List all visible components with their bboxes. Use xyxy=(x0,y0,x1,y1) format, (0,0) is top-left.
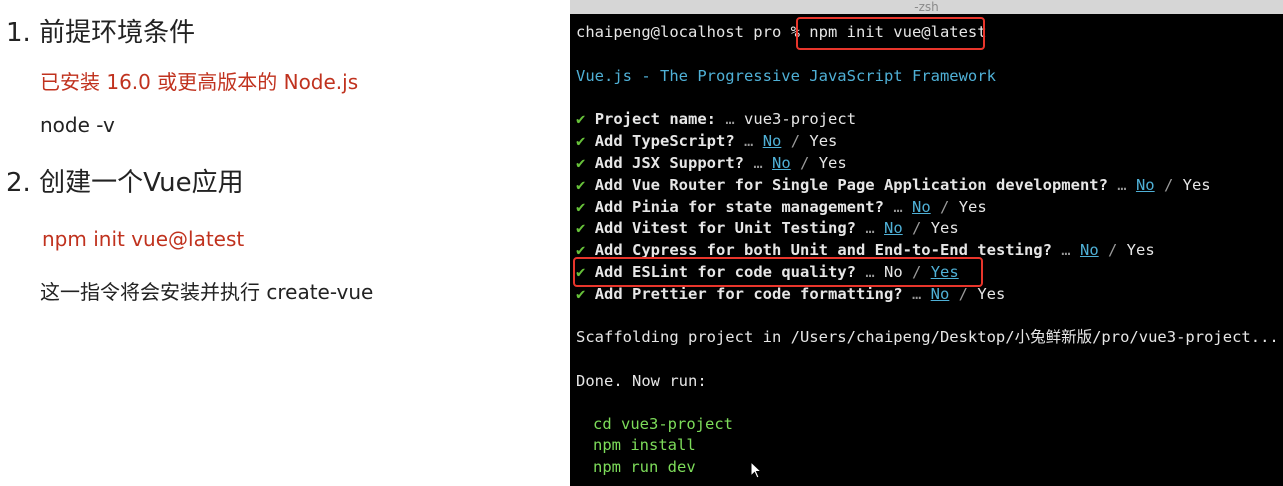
check-icon: ✔ xyxy=(576,154,586,172)
step1-requirement: 已安装 16.0 或更高版本的 Node.js xyxy=(40,70,359,94)
question-line: ✔ Add Prettier for code formatting? … No… xyxy=(576,285,1006,303)
question-line: ✔ Add Vue Router for Single Page Applica… xyxy=(576,176,1211,194)
check-icon: ✔ xyxy=(576,176,586,194)
terminal-window[interactable]: -zsh chaipeng@localhost pro % npm init v… xyxy=(570,0,1283,486)
scaffolding-line: Scaffolding project in /Users/chaipeng/D… xyxy=(576,328,1279,346)
step2-title: 2. 创建一个Vue应用 xyxy=(6,168,244,198)
banner: Vue.js - The Progressive JavaScript Fram… xyxy=(576,67,996,85)
check-icon: ✔ xyxy=(576,198,586,216)
question-line: ✔ Add TypeScript? … No / Yes xyxy=(576,132,838,150)
prompt: chaipeng@localhost pro % xyxy=(576,23,810,41)
question-line: ✔ Add Vitest for Unit Testing? … No / Ye… xyxy=(576,219,959,237)
check-icon: ✔ xyxy=(576,110,586,128)
check-icon: ✔ xyxy=(576,241,586,259)
step1-command: node -v xyxy=(40,113,115,137)
command-text: npm init vue@latest xyxy=(809,23,987,41)
next-step-command: npm run dev xyxy=(593,458,696,476)
question-line-eslint: ✔ Add ESLint for code quality? … No / Ye… xyxy=(576,263,959,281)
next-step-command: npm install xyxy=(593,436,696,454)
terminal-titlebar: -zsh xyxy=(570,0,1283,14)
question-line: ✔ Add JSX Support? … No / Yes xyxy=(576,154,847,172)
mouse-cursor-icon xyxy=(750,461,763,479)
next-step-command: cd vue3-project xyxy=(593,415,733,433)
done-line: Done. Now run: xyxy=(576,372,707,390)
terminal-prompt-line: chaipeng@localhost pro % npm init vue@la… xyxy=(576,22,987,42)
check-icon: ✔ xyxy=(576,219,586,237)
check-icon: ✔ xyxy=(576,263,586,281)
question-line: ✔ Project name: … vue3-project xyxy=(576,110,857,128)
slide-panel: 1. 前提环境条件 已安装 16.0 或更高版本的 Node.js node -… xyxy=(0,0,560,486)
step2-description: 这一指令将会安装并执行 create-vue xyxy=(40,280,374,304)
check-icon: ✔ xyxy=(576,132,586,150)
step2-command: npm init vue@latest xyxy=(42,227,245,251)
step1-title: 1. 前提环境条件 xyxy=(6,18,196,48)
question-line: ✔ Add Pinia for state management? … No /… xyxy=(576,198,987,216)
check-icon: ✔ xyxy=(576,285,586,303)
question-line: ✔ Add Cypress for both Unit and End-to-E… xyxy=(576,241,1155,259)
